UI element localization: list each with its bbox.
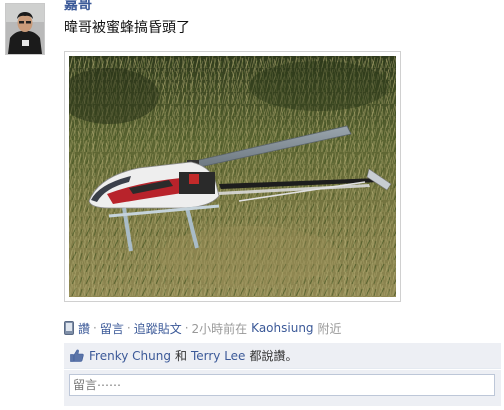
mobile-icon (64, 321, 74, 335)
location-link[interactable]: Kaohsiung (251, 321, 313, 335)
timestamp[interactable]: 2小時前在 (192, 320, 248, 337)
liker-name[interactable]: Terry Lee (191, 349, 246, 363)
likes-suffix: 都說讚。 (249, 349, 298, 363)
thumbs-up-icon (70, 349, 84, 362)
likes-and: 和 (174, 349, 187, 363)
post-message: 暐哥被蜜蜂搞昏頭了 (64, 20, 190, 36)
likes-summary: Frenky Chung 和 Terry Lee 都說讚。 (64, 343, 501, 369)
avatar-photo (6, 4, 44, 54)
follow-post-link[interactable]: 追蹤貼文 (134, 320, 182, 337)
like-link[interactable]: 讚 (78, 320, 90, 337)
feed-post: 嘉哥 暐哥被蜜蜂搞昏頭了 讚 · 留言 · 追蹤貼文 · 2小時前在 Kaohs… (0, 0, 504, 410)
avatar[interactable] (5, 3, 45, 55)
comment-area (64, 370, 501, 406)
post-photo[interactable] (64, 51, 401, 302)
comment-input[interactable] (69, 374, 495, 396)
helicopter-on-grass-image (69, 56, 396, 297)
separator-dot: · (93, 321, 97, 335)
near-label: 附近 (317, 321, 342, 336)
comment-link[interactable]: 留言 (100, 320, 124, 337)
separator-dot: · (184, 321, 189, 335)
separator-dot: · (126, 321, 131, 335)
post-meta: 讚 · 留言 · 追蹤貼文 · 2小時前在 Kaohsiung 附近 (64, 319, 342, 337)
liker-name[interactable]: Frenky Chung (89, 349, 171, 363)
author-name[interactable]: 嘉哥 (64, 0, 92, 14)
